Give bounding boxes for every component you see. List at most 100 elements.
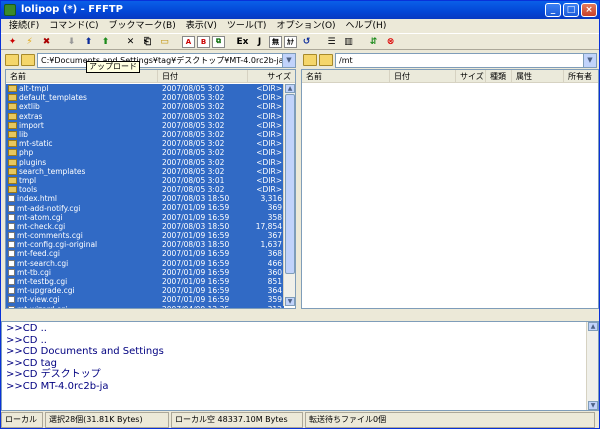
table-row[interactable]: mt-feed.cgi 2007/01/09 16:59 368: [6, 249, 284, 259]
table-row[interactable]: extras 2007/08/05 3:02 <DIR>: [6, 111, 284, 121]
table-row[interactable]: mt-wizard.cgi 2007/04/09 12:35 312: [6, 304, 284, 309]
file-icon: [8, 259, 15, 267]
menu-help[interactable]: ヘルプ(H): [341, 19, 392, 33]
maximize-button[interactable]: □: [563, 3, 579, 17]
scroll-down-icon[interactable]: ▼: [285, 297, 295, 306]
download-icon[interactable]: ⬇: [64, 35, 79, 49]
disconnect-icon[interactable]: ✖: [39, 35, 54, 49]
detail-view-icon[interactable]: ▥: [341, 35, 356, 49]
col-date[interactable]: 日付: [390, 70, 456, 82]
remote-open-folder-icon[interactable]: [319, 54, 333, 66]
kana-icon[interactable]: ｶﾅ: [284, 35, 297, 48]
auto-mode-icon[interactable]: ⧉: [212, 35, 225, 48]
binary-mode-icon[interactable]: B: [197, 35, 210, 48]
folder-icon: [8, 186, 17, 194]
mkdir-icon[interactable]: ▭: [157, 35, 172, 49]
row-size: <DIR>: [256, 175, 282, 185]
file-icon: [8, 222, 15, 230]
local-open-folder-icon[interactable]: [21, 54, 35, 66]
local-up-folder-icon[interactable]: [5, 54, 19, 66]
scroll-thumb[interactable]: [285, 94, 295, 274]
table-row[interactable]: mt-tb.cgi 2007/01/09 16:59 360: [6, 267, 284, 277]
menu-options[interactable]: オプション(O): [271, 19, 340, 33]
folder-icon: [8, 140, 17, 148]
row-size: 364: [267, 286, 282, 296]
remote-up-folder-icon[interactable]: [303, 54, 317, 66]
table-row[interactable]: mt-upgrade.cgi 2007/01/09 16:59 364: [6, 286, 284, 296]
scroll-down-icon[interactable]: ▼: [588, 401, 598, 410]
col-attr[interactable]: 属性: [512, 70, 564, 82]
upload-icon[interactable]: ⬆: [81, 35, 96, 49]
row-name: index.html: [6, 194, 158, 203]
euc-icon[interactable]: Ex: [235, 35, 250, 49]
mirror-upload-icon[interactable]: ⬆: [98, 35, 113, 49]
col-name[interactable]: 名前: [302, 70, 390, 82]
rename-icon[interactable]: ⎗: [140, 35, 155, 49]
table-row[interactable]: lib 2007/08/05 3:02 <DIR>: [6, 129, 284, 140]
table-row[interactable]: mt-static 2007/08/05 3:02 <DIR>: [6, 139, 284, 149]
row-name: alt-tmpl: [6, 84, 158, 93]
scroll-up-icon[interactable]: ▲: [588, 322, 598, 331]
folder-icon: [8, 158, 17, 166]
col-date[interactable]: 日付: [158, 70, 248, 82]
table-row[interactable]: mt-view.cgi 2007/01/09 16:59 359: [6, 295, 284, 305]
ascii-mode-icon[interactable]: A: [182, 35, 195, 48]
col-owner[interactable]: 所有者: [564, 70, 598, 82]
local-file-list[interactable]: 名前 日付 サイズ alt-tmpl 2007/08/05 3:02 <DIR> de…: [5, 69, 296, 309]
jis-icon[interactable]: J: [252, 35, 267, 49]
status-mode: ローカル: [1, 412, 43, 428]
sync-dir-icon[interactable]: ⇵: [366, 35, 381, 49]
row-size: 466: [267, 258, 282, 268]
local-scrollbar[interactable]: ▲ ▼: [283, 84, 295, 306]
stop-icon[interactable]: ⊗: [383, 35, 398, 49]
table-row[interactable]: import 2007/08/05 3:02 <DIR>: [6, 120, 284, 130]
scroll-up-icon[interactable]: ▲: [285, 84, 295, 93]
log-line: >>CD ..: [6, 323, 47, 334]
table-row[interactable]: tmpl 2007/08/05 3:01 <DIR>: [6, 175, 284, 186]
remote-path-dropdown-icon[interactable]: ▼: [583, 53, 596, 67]
row-date: 2007/04/09 12:35: [162, 304, 230, 309]
table-row[interactable]: extlib 2007/08/05 3:02 <DIR>: [6, 102, 284, 112]
refresh-icon[interactable]: ↺: [299, 35, 314, 49]
table-row[interactable]: mt-add-notify.cgi 2007/01/09 16:59 369: [6, 203, 284, 213]
connect-icon[interactable]: ✦: [5, 35, 20, 49]
no-convert-icon[interactable]: 無: [269, 35, 282, 48]
table-row[interactable]: mt-atom.cgi 2007/01/09 16:59 358: [6, 212, 284, 222]
log-area[interactable]: >>CD .. >>CD .. >>CD Documents and Setti…: [1, 321, 599, 411]
row-date: 2007/08/03 18:50: [162, 240, 230, 250]
table-row[interactable]: mt-comments.cgi 2007/01/09 16:59 367: [6, 231, 284, 241]
col-size[interactable]: サイズ: [456, 70, 486, 82]
table-row[interactable]: mt-testbg.cgi 2007/01/09 16:59 851: [6, 276, 284, 287]
remote-path-input[interactable]: /mt ▼: [335, 52, 597, 68]
title-bar[interactable]: lolipop (*) - FFFTP _ □ ×: [1, 1, 599, 19]
table-row[interactable]: index.html 2007/08/03 18:50 3,316: [6, 194, 284, 204]
table-row[interactable]: default_templates 2007/08/05 3:02 <DIR>: [6, 93, 284, 103]
table-row[interactable]: alt-tmpl 2007/08/05 3:02 <DIR>: [6, 84, 284, 94]
local-path-dropdown-icon[interactable]: ▼: [282, 53, 295, 67]
menu-tools[interactable]: ツール(T): [222, 19, 272, 33]
row-size: <DIR>: [256, 185, 282, 195]
delete-icon[interactable]: ✕: [123, 35, 138, 49]
table-row[interactable]: mt-config.cgi-original 2007/08/03 18:50 1,…: [6, 240, 284, 250]
col-size[interactable]: サイズ: [248, 70, 295, 82]
table-row[interactable]: tools 2007/08/05 3:02 <DIR>: [6, 185, 284, 195]
menu-view[interactable]: 表示(V): [181, 19, 222, 33]
table-row[interactable]: mt-search.cgi 2007/01/09 16:59 466: [6, 258, 284, 268]
row-name: extlib: [6, 102, 158, 111]
local-path-input[interactable]: C:¥Documents and Settings¥tag¥デスクトップ¥MT-…: [37, 52, 296, 68]
menu-bookmark[interactable]: ブックマーク(B): [104, 19, 181, 33]
menu-connect[interactable]: 接続(F): [4, 19, 44, 33]
log-scrollbar[interactable]: ▲ ▼: [586, 322, 598, 410]
close-button[interactable]: ×: [581, 3, 597, 17]
minimize-button[interactable]: _: [545, 3, 561, 17]
remote-file-list[interactable]: 名前 日付 サイズ 種類 属性 所有者: [301, 69, 599, 309]
table-row[interactable]: mt-check.cgi 2007/08/03 18:50 17,854: [6, 221, 284, 231]
list-view-icon[interactable]: ☰: [324, 35, 339, 49]
table-row[interactable]: plugins 2007/08/05 3:02 <DIR>: [6, 157, 284, 167]
table-row[interactable]: search_templates 2007/08/05 3:02 <DIR>: [6, 166, 284, 176]
table-row[interactable]: php 2007/08/05 3:02 <DIR>: [6, 148, 284, 158]
quick-connect-icon[interactable]: ⚡: [22, 35, 37, 49]
menu-command[interactable]: コマンド(C): [44, 19, 103, 33]
folder-icon: [8, 176, 17, 184]
col-kind[interactable]: 種類: [486, 70, 512, 82]
